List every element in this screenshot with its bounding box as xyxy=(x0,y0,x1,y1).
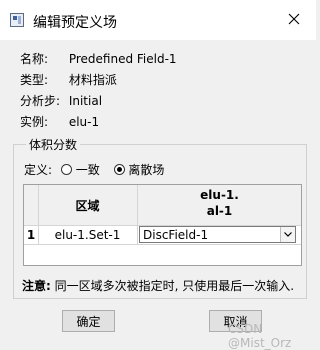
radio-uniform[interactable]: 一致 xyxy=(60,163,104,177)
dialog-app-icon xyxy=(10,13,24,27)
row-index: 1 xyxy=(26,228,36,242)
type-value: 材料指派 xyxy=(68,73,117,87)
field-select-dropdown[interactable] xyxy=(280,227,295,242)
group-title: 体积分数 xyxy=(26,136,81,153)
region-cell[interactable]: elu-1.Set-1 xyxy=(38,226,137,244)
radio-discrete-circle[interactable] xyxy=(113,164,125,175)
chevron-down-icon xyxy=(284,232,292,237)
radio-uniform-label[interactable]: 一致 xyxy=(76,163,100,177)
radio-discrete[interactable]: 离散场 xyxy=(113,163,164,177)
name-value: Predefined Field-1 xyxy=(68,52,177,66)
step-value: Initial xyxy=(68,94,103,108)
definition-row: 定义: 一致 离散场 xyxy=(24,162,164,178)
note-text: 同一区域多次被指定时, 只使用最后一次输入. xyxy=(54,279,295,293)
field-select-value: DiscField-1 xyxy=(143,228,209,242)
title-bar: 编辑预定义场 xyxy=(0,0,316,40)
info-row-type: 类型: 材料指派 xyxy=(20,71,117,89)
ok-button[interactable]: 确定 xyxy=(62,310,115,332)
close-icon xyxy=(288,13,300,25)
info-row-instance: 实例: elu-1 xyxy=(20,113,99,131)
name-label: 名称: xyxy=(20,52,49,66)
definition-label: 定义: xyxy=(24,163,53,177)
region-table: 区域 elu-1. al-1 1 elu-1.Set-1 DiscField-1 xyxy=(23,184,302,266)
type-label: 类型: xyxy=(20,73,49,87)
radio-uniform-circle[interactable] xyxy=(60,164,72,175)
window-title: 编辑预定义场 xyxy=(33,15,117,31)
row-divider xyxy=(24,244,301,245)
close-button[interactable] xyxy=(284,9,304,29)
column-header-region: 区域 xyxy=(75,198,100,213)
field-select[interactable]: DiscField-1 xyxy=(139,226,296,243)
step-label: 分析步: xyxy=(20,94,61,108)
info-row-name: 名称: Predefined Field-1 xyxy=(20,50,177,68)
column-header-field: elu-1. al-1 xyxy=(200,188,239,218)
note: 注意: 同一区域多次被指定时, 只使用最后一次输入. xyxy=(22,277,294,294)
instance-value: elu-1 xyxy=(68,115,100,129)
note-prefix: 注意: xyxy=(22,279,51,293)
radio-discrete-label[interactable]: 离散场 xyxy=(128,163,164,177)
instance-label: 实例: xyxy=(20,115,49,129)
watermark: CSDN @Mist_Orz xyxy=(228,322,292,350)
info-row-step: 分析步: Initial xyxy=(20,92,102,110)
